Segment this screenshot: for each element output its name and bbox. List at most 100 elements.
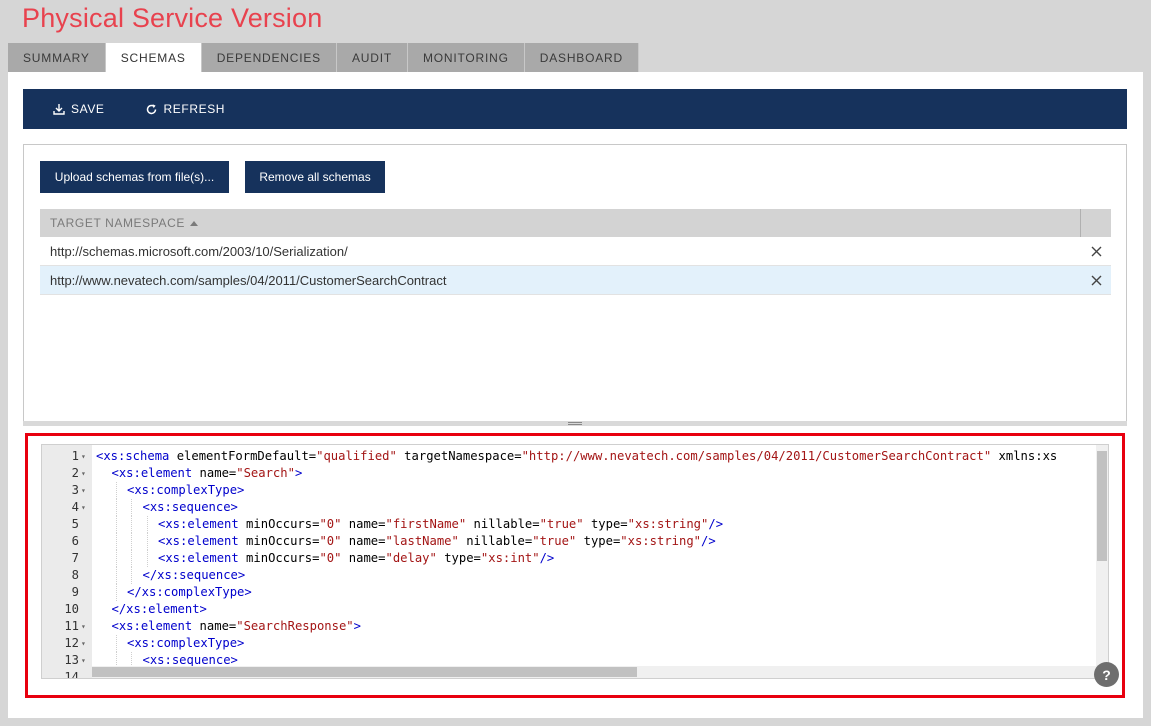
fold-toggle-icon[interactable]: ▾ (81, 652, 89, 669)
namespace-cell: http://schemas.microsoft.com/2003/10/Ser… (50, 243, 348, 259)
code-text: <xs:element name="SearchResponse"> (112, 618, 362, 635)
tab-dashboard[interactable]: DASHBOARD (524, 43, 639, 72)
code-text: </xs:complexType> (127, 584, 252, 601)
help-button[interactable]: ? (1094, 662, 1119, 687)
xml-attribute-token: type= (576, 534, 621, 548)
sort-ascending-icon (189, 220, 198, 226)
xml-attribute-token: elementFormDefault= (169, 449, 317, 463)
namespace-table: TARGET NAMESPACE http://schemas.microsof… (40, 209, 1111, 295)
schemas-panel: Upload schemas from file(s)... Remove al… (23, 144, 1127, 422)
fold-toggle-icon[interactable]: ▾ (81, 465, 89, 482)
save-button[interactable]: SAVE (53, 102, 105, 116)
xml-value-token: "http://www.nevatech.com/samples/04/2011… (521, 449, 992, 463)
xml-value-token: "SearchResponse" (236, 619, 354, 633)
xml-attribute-token: name= (341, 517, 386, 531)
horizontal-scroll-thumb[interactable] (92, 667, 637, 677)
tab-audit[interactable]: AUDIT (336, 43, 408, 72)
code-line: 12 ▾ <xs:complexType> (42, 635, 1108, 652)
indent-guide (146, 516, 148, 533)
tab-summary[interactable]: SUMMARY (8, 43, 106, 72)
page-title: Physical Service Version (22, 3, 323, 33)
code-text: <xs:element minOccurs="0" name="delay" t… (158, 550, 554, 567)
editor-highlight-frame: 1 ▾ <xs:schema elementFormDefault="qualifi… (25, 433, 1125, 698)
code-line: 5 <xs:element minOccurs="0" name="firstNa… (42, 516, 1108, 533)
xml-attribute-token: type= (436, 551, 481, 565)
line-number: 12 (64, 636, 79, 650)
tab-dependencies[interactable]: DEPENDENCIES (201, 43, 337, 72)
code-line: 2 ▾ <xs:element name="Search"> (42, 465, 1108, 482)
xml-value-token: "xs:int" (480, 551, 540, 565)
xml-attribute-token: name= (192, 619, 237, 633)
fold-toggle-icon[interactable]: ▾ (81, 618, 89, 635)
line-number: 14 (64, 670, 79, 679)
xml-value-token: "firstName" (385, 517, 467, 531)
fold-toggle-icon[interactable]: ▾ (81, 448, 89, 465)
xml-tag-token: > (294, 466, 303, 480)
column-header-target-namespace[interactable]: TARGET NAMESPACE (40, 216, 198, 230)
code-text: </xs:sequence> (143, 567, 246, 584)
indent-guide (115, 482, 117, 499)
upload-schemas-button[interactable]: Upload schemas from file(s)... (40, 161, 229, 193)
code-line: 6 <xs:element minOccurs="0" name="lastNam… (42, 533, 1108, 550)
grip-icon (568, 422, 582, 425)
line-number: 1 (71, 449, 79, 463)
xml-value-token: "0" (319, 517, 342, 531)
fold-toggle-icon[interactable]: ▾ (81, 635, 89, 652)
code-line: 8 </xs:sequence> (42, 567, 1108, 584)
xml-tag-token: /> (701, 534, 716, 548)
xml-attribute-token: nillable= (458, 534, 533, 548)
close-icon[interactable] (1089, 244, 1103, 258)
code-text: <xs:schema elementFormDefault="qualified… (96, 448, 1057, 465)
xml-tag-token: <xs:element (111, 466, 193, 480)
fold-toggle-icon[interactable]: ▾ (81, 499, 89, 516)
table-row[interactable]: http://schemas.microsoft.com/2003/10/Ser… (40, 237, 1111, 266)
xml-attribute-token: name= (341, 551, 386, 565)
xml-value-token: "true" (532, 534, 577, 548)
xml-value-token: "0" (319, 551, 342, 565)
line-number: 10 (64, 602, 79, 616)
xml-tag-token: <xs:complexType> (127, 483, 245, 497)
xml-value-token: "lastName" (385, 534, 459, 548)
xml-attribute-token: minOccurs= (238, 517, 320, 531)
code-text: <xs:complexType> (127, 482, 244, 499)
code-line: 11 ▾ <xs:element name="SearchResponse"> (42, 618, 1108, 635)
code-line: 4 ▾ <xs:sequence> (42, 499, 1108, 516)
code-text: <xs:element minOccurs="0" name="lastName… (158, 533, 716, 550)
close-icon[interactable] (1089, 273, 1103, 287)
line-number: 2 (71, 466, 79, 480)
tab-monitoring[interactable]: MONITORING (407, 43, 525, 72)
line-number: 9 (71, 585, 79, 599)
indent-guide (131, 533, 132, 550)
xml-attribute-token: minOccurs= (238, 534, 320, 548)
column-divider (1080, 209, 1081, 237)
code-line: 7 <xs:element minOccurs="0" name="delay" … (42, 550, 1108, 567)
indent-guide (115, 550, 117, 567)
tab-schemas[interactable]: SCHEMAS (105, 43, 202, 72)
remove-all-schemas-button[interactable]: Remove all schemas (245, 161, 385, 193)
indent-guide (115, 499, 117, 516)
xml-value-token: "xs:string" (620, 534, 702, 548)
xml-attribute-token: type= (583, 517, 628, 531)
xml-value-token: "xs:string" (627, 517, 709, 531)
indent-guide (131, 550, 132, 567)
fold-toggle-icon[interactable]: ▾ (81, 482, 89, 499)
xml-value-token: "qualified" (316, 449, 397, 463)
xml-tag-token: /> (539, 551, 555, 565)
xml-tag-token: </xs:element> (111, 602, 207, 616)
indent-guide (131, 516, 132, 533)
table-row[interactable]: http://www.nevatech.com/samples/04/2011/… (40, 266, 1111, 295)
indent-guide (146, 550, 148, 567)
code-editor[interactable]: 1 ▾ <xs:schema elementFormDefault="qualifi… (41, 444, 1109, 679)
line-number: 5 (71, 517, 79, 531)
indent-guide (131, 499, 132, 516)
code-line: 9 </xs:complexType> (42, 584, 1108, 601)
xml-tag-token: <xs:element (158, 534, 239, 548)
splitter-handle[interactable] (23, 421, 1127, 426)
refresh-button[interactable]: REFRESH (145, 102, 226, 116)
indent-guide (146, 533, 148, 550)
refresh-label: REFRESH (163, 102, 226, 116)
xml-tag-token: <xs:schema (96, 449, 170, 463)
tab-bar: SUMMARY SCHEMAS DEPENDENCIES AUDIT MONIT… (8, 43, 639, 72)
xml-tag-token: </xs:complexType> (127, 585, 252, 599)
table-header[interactable]: TARGET NAMESPACE (40, 209, 1111, 237)
